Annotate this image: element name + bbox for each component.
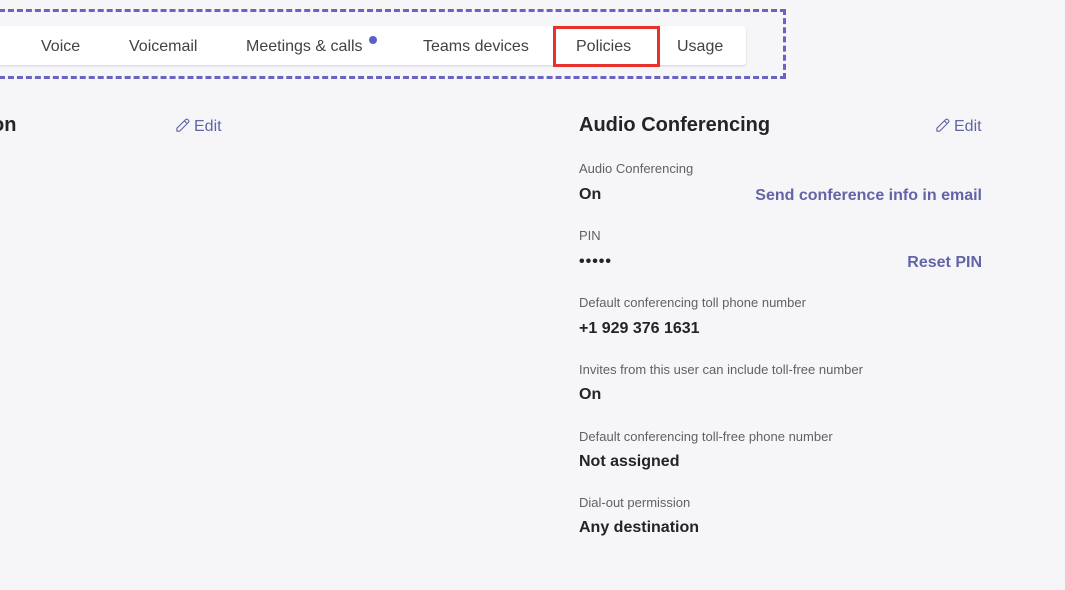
field-label-toll-free-number: Default conferencing toll-free phone num… xyxy=(579,429,833,444)
tab-teams-devices[interactable]: Teams devices xyxy=(423,26,529,65)
field-value-dial-out-permission: Any destination xyxy=(579,519,700,536)
pencil-icon xyxy=(176,118,190,132)
field-value-toll-free-invites: On xyxy=(579,386,602,403)
left-section-edit-label: Edit xyxy=(194,118,222,135)
policies-tab-highlight-box xyxy=(553,26,660,67)
pencil-icon xyxy=(936,118,950,132)
field-label-pin: PIN xyxy=(579,228,601,243)
field-label-dial-out-permission: Dial-out permission xyxy=(579,495,691,510)
left-section-edit-button[interactable]: Edit xyxy=(175,118,222,136)
tab-meetings-and-calls-label: Meetings & calls xyxy=(246,38,363,55)
field-value-toll-free-number: Not assigned xyxy=(579,453,680,470)
audio-conferencing-edit-button[interactable]: Edit xyxy=(935,118,982,136)
audio-conferencing-edit-label: Edit xyxy=(954,118,982,135)
notification-dot-icon xyxy=(368,36,377,44)
audio-conferencing-title: Audio Conferencing xyxy=(579,114,771,136)
left-section-title: on xyxy=(0,114,17,136)
field-value-pin: ••••• xyxy=(579,253,613,270)
tab-usage[interactable]: Usage xyxy=(677,26,723,65)
tab-meetings-and-calls[interactable]: Meetings & calls xyxy=(246,26,377,65)
field-value-toll-number: +1 929 376 1631 xyxy=(579,320,700,337)
send-conference-info-link[interactable]: Send conference info in email xyxy=(755,187,982,205)
field-value-audio-conferencing: On xyxy=(579,186,602,203)
field-label-audio-conferencing: Audio Conferencing xyxy=(579,161,694,176)
field-label-toll-number: Default conferencing toll phone number xyxy=(579,295,806,310)
tab-voicemail[interactable]: Voicemail xyxy=(129,26,197,65)
reset-pin-link[interactable]: Reset PIN xyxy=(907,254,982,272)
tab-voice[interactable]: Voice xyxy=(41,26,80,65)
field-label-toll-free-invites: Invites from this user can include toll-… xyxy=(579,362,863,377)
